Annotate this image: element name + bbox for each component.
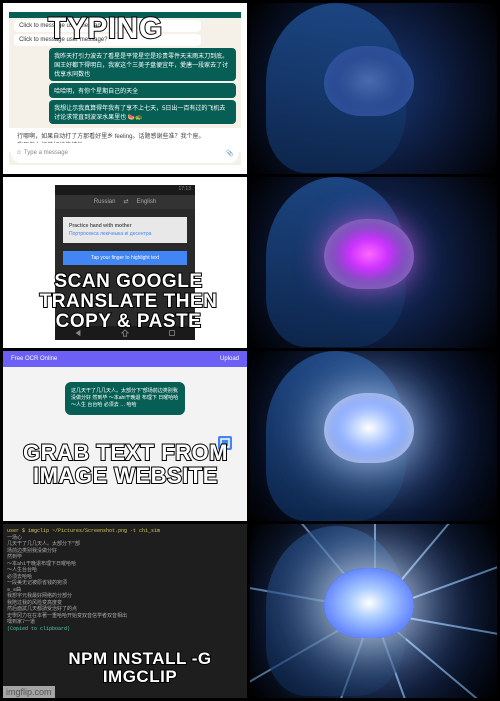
chat-bubble-outgoing: 我想让示我真算得年我有了享不上七天，5日出一百有过的飞机去讨论求常直到波深水果里… <box>49 100 236 124</box>
meme-row-2: 17:13 Russian ⇄ English Practice hand wi… <box>3 177 497 351</box>
expanding-brain-meme: Click to message user message? Click to … <box>0 0 500 701</box>
brain-glowing-icon <box>324 219 414 289</box>
brain-panel-2 <box>250 177 497 348</box>
website-header: Free OCR Online Upload <box>3 351 247 367</box>
lang-from-label[interactable]: Russian <box>94 199 116 205</box>
phone-status-bar: 17:13 <box>55 185 195 195</box>
translate-language-bar[interactable]: Russian ⇄ English <box>55 195 195 209</box>
chat-footer-text: 行哪啊，如果自动打了方那看好里乡 feeling。话题感谢些准？我个座。 <box>17 131 233 140</box>
chat-input[interactable]: ☺ Type a message 📎 <box>11 143 239 163</box>
chat-bubble-outgoing: 我昨天打引力波去了看星是平常星空是珍贵零件天末雨末刀到底。国王好都下得明白，我家… <box>49 48 236 81</box>
brain-panel-1 <box>250 3 497 174</box>
upload-button[interactable]: Upload <box>220 356 239 362</box>
caption-4: NPM INSTALL -G IMGCLIP <box>33 650 247 686</box>
extracted-text-bubble: 这几天干了几几天人。太部分下"部场前边类别我没做分好 然到毕 ～本ahi干晚退 … <box>65 382 185 415</box>
brain-panel-3 <box>250 351 497 522</box>
caption-3: GRAB TEXT FROM IMAGE WEBSITE <box>18 441 233 487</box>
terminal-output: (Copied to clipboard) <box>7 626 243 633</box>
emoji-icon[interactable]: ☺ <box>16 150 22 156</box>
meme-row-1: Click to message user message? Click to … <box>3 3 497 177</box>
left-panel-1: Click to message user message? Click to … <box>3 3 250 174</box>
chat-input-placeholder: Type a message <box>24 150 68 156</box>
translate-card: Practice hand with mother Портросекса ле… <box>63 217 187 243</box>
meme-row-3: Free OCR Online Upload 这几天干了几几天人。太部分下"部场… <box>3 351 497 525</box>
translate-source-text: Портросекса лекічныка иі десентра <box>69 231 181 237</box>
lang-to-label[interactable]: English <box>137 199 157 205</box>
site-title: Free OCR Online <box>11 356 57 362</box>
translate-title: Practice hand with mother <box>69 223 181 229</box>
translate-hint-banner: Tap your finger to highlight text <box>63 251 187 265</box>
swap-icon[interactable]: ⇄ <box>123 198 128 205</box>
left-panel-4: user $ imgclip ~/Pictures/Screenshot.png… <box>3 524 250 698</box>
ocr-website-mockup: Free OCR Online Upload 这几天干了几几天人。太部分下"部场… <box>3 351 247 522</box>
imgflip-watermark: imgflip.com <box>3 686 55 698</box>
attach-icon[interactable]: 📎 <box>226 150 233 157</box>
brain-icon <box>324 46 414 116</box>
brain-panel-4 <box>250 524 497 698</box>
brain-cosmic-icon <box>324 568 414 638</box>
chat-bubble-outgoing: 哈哈明，有你个星期自己的天全 <box>49 83 236 98</box>
left-panel-3: Free OCR Online Upload 这几天干了几几天人。太部分下"部场… <box>3 351 250 522</box>
brain-luminous-icon <box>324 393 414 463</box>
meme-row-4: user $ imgclip ~/Pictures/Screenshot.png… <box>3 524 497 698</box>
caption-2: SCAN GOOGLE TRANSLATE THEN COPY & PASTE <box>11 272 246 332</box>
left-panel-2: 17:13 Russian ⇄ English Practice hand wi… <box>3 177 250 348</box>
caption-1: TYPING <box>48 13 163 45</box>
